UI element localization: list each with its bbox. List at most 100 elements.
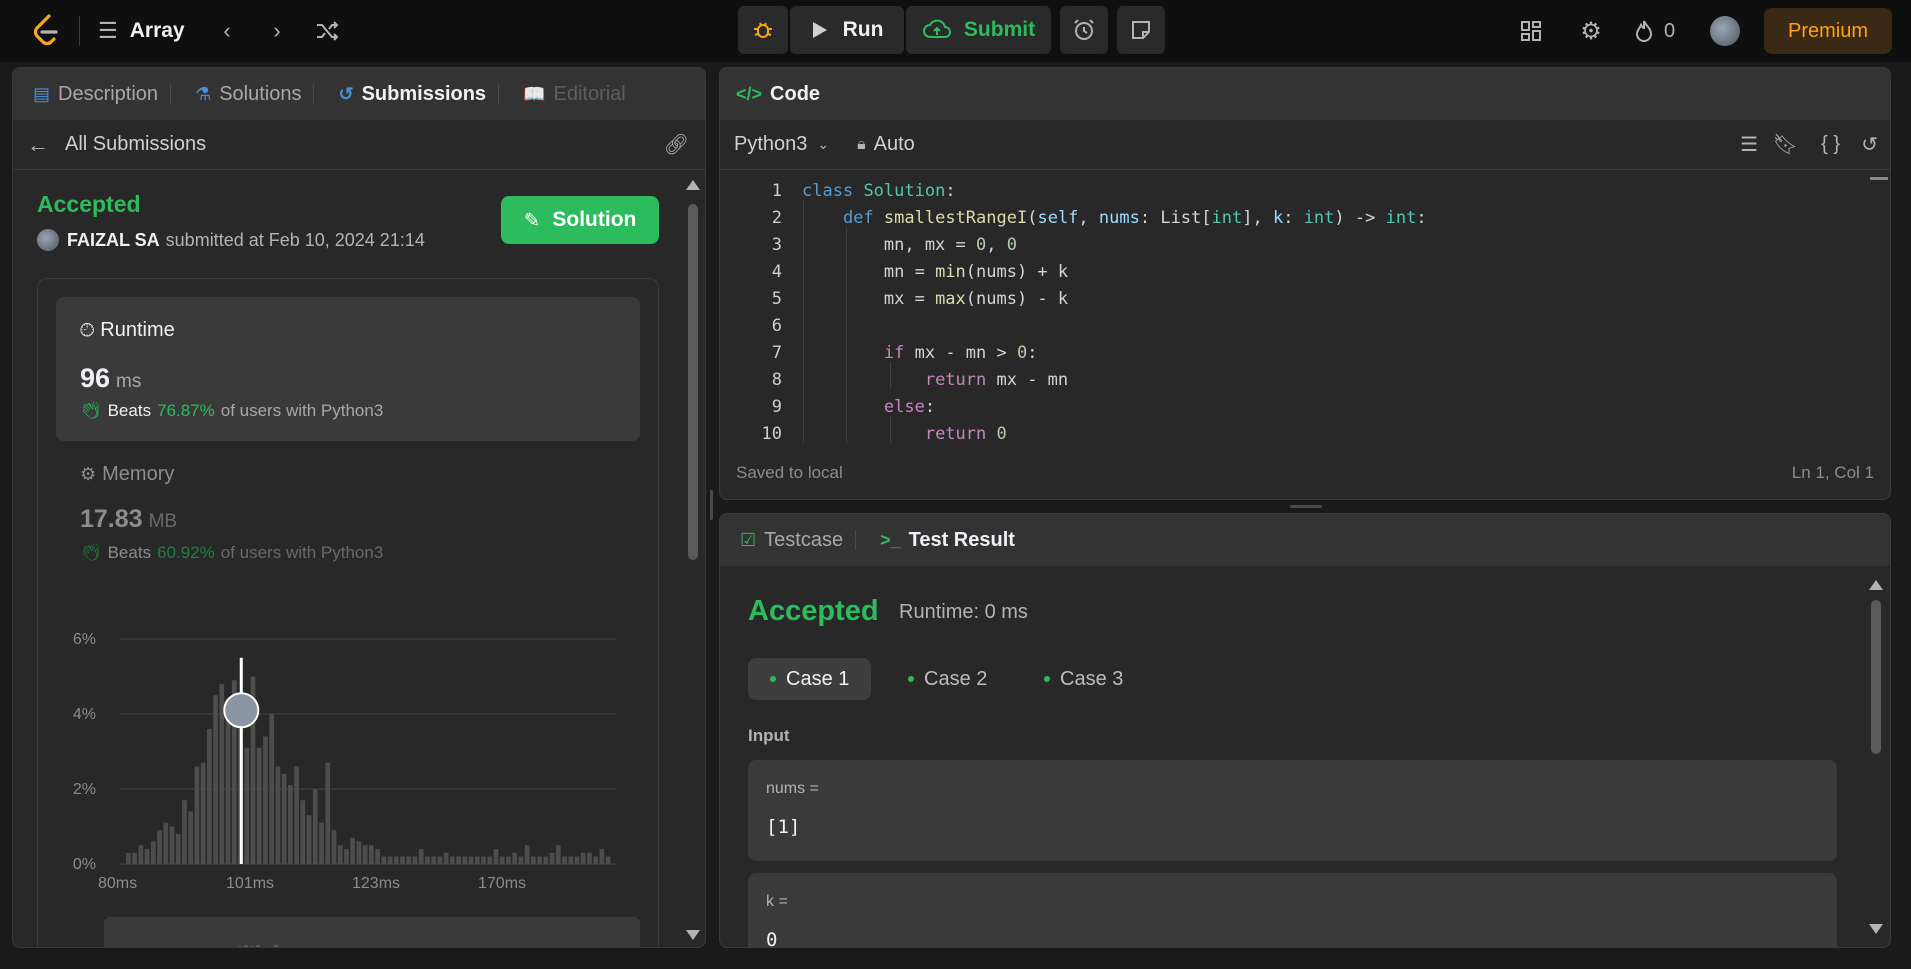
chart-bar — [506, 856, 511, 864]
chart-bar — [543, 856, 549, 864]
solution-button[interactable]: ✎ Solution — [501, 196, 659, 244]
shuffle-icon — [317, 21, 339, 41]
case-1-tab[interactable]: Case 1 — [748, 658, 872, 700]
tab-test-result[interactable]: >_ Test Result — [868, 529, 1027, 552]
input-label: Input — [748, 726, 790, 745]
scroll-thumb[interactable] — [688, 204, 698, 560]
scroll-down-arrow[interactable] — [1869, 924, 1883, 934]
scroll-thumb[interactable] — [1871, 600, 1881, 754]
input-k-value: 0 — [766, 929, 778, 948]
flask-icon: ⚗ — [195, 83, 212, 104]
leetcode-logo[interactable] — [28, 12, 64, 48]
line-number: 10 — [761, 424, 782, 443]
case-2-tab[interactable]: Case 2 — [886, 658, 1009, 700]
horizontal-resize-handle[interactable] — [1290, 505, 1322, 508]
chart-bar — [157, 830, 162, 864]
terminal-icon: >_ — [880, 529, 901, 550]
tab-submissions-label: Submissions — [361, 82, 487, 105]
tab-solutions[interactable]: ⚗ Solutions — [183, 83, 326, 106]
bookmark-icon[interactable]: 🔖︎ — [1773, 132, 1798, 157]
language-select[interactable]: Python3 ⌄ — [734, 133, 829, 156]
runtime-value: 96 — [80, 363, 111, 393]
description-panel: ▤ Description ⚗ Solutions ↺ Submissions … — [12, 67, 706, 948]
saved-status: Saved to local — [736, 463, 843, 482]
auto-mode-toggle[interactable]: 🔒︎ Auto — [857, 133, 915, 156]
x-tick-label: 123ms — [352, 875, 400, 892]
result-tab-bar: ☑ Testcase >_ Test Result — [720, 514, 1890, 566]
chart-bar — [493, 849, 499, 864]
tab-editorial[interactable]: 📖 Editorial — [511, 83, 638, 106]
all-submissions-bar: ← All Submissions 🔗︎ — [13, 120, 705, 170]
y-tick-label: 4% — [73, 706, 96, 723]
submission-detail: Accepted FAIZAL SA submitted at Feb 10, … — [13, 171, 681, 947]
submitted-time: submitted at Feb 10, 2024 21:14 — [165, 229, 425, 250]
chart-bar — [425, 856, 430, 864]
y-tick-label: 6% — [73, 631, 96, 648]
premium-button[interactable]: Premium — [1764, 8, 1892, 54]
chart-bar — [412, 856, 418, 864]
chart-bar — [138, 845, 144, 864]
chart-bar — [487, 856, 493, 864]
runtime-distribution-chart[interactable]: 6% 4% 2% 0%80ms 101ms 123ms 170ms — [56, 609, 636, 899]
next-problem-button[interactable]: › — [264, 16, 290, 46]
code-content[interactable]: class Solution: def smallestRangeI(self,… — [802, 178, 1868, 443]
chart-bar — [163, 822, 169, 864]
left-scrollbar[interactable] — [685, 180, 701, 940]
language-label: Python3 — [734, 133, 808, 155]
notes-button[interactable] — [1117, 6, 1165, 54]
chart-bar — [369, 845, 374, 864]
memory-card[interactable]: ⚙ Memory 17.83 MB 👏︎ Beats 60.92% of use… — [56, 459, 640, 569]
tab-testcase[interactable]: ☑ Testcase — [728, 529, 868, 552]
braces-icon[interactable]: { } — [1821, 133, 1840, 156]
timer-button[interactable] — [1060, 6, 1108, 54]
problem-list-button[interactable]: ☰ Array — [98, 14, 185, 48]
prev-problem-button[interactable]: ‹ — [214, 16, 240, 46]
chart-bar — [281, 774, 287, 864]
line-number: 8 — [771, 370, 782, 390]
settings-button[interactable]: ⚙ — [1576, 16, 1606, 46]
chart-bar — [431, 856, 437, 864]
run-button[interactable]: Run — [790, 6, 904, 54]
streak-counter[interactable]: 0 — [1634, 16, 1675, 46]
chart-bar — [312, 789, 318, 864]
vertical-resize-handle[interactable] — [710, 490, 713, 520]
tab-description[interactable]: ▤ Description — [21, 83, 183, 106]
submit-button[interactable]: Submit — [906, 6, 1051, 54]
chart-bar — [200, 762, 206, 864]
chart-bar — [518, 856, 524, 864]
format-lines-icon[interactable]: ☰ — [1740, 132, 1758, 157]
debug-button[interactable] — [738, 6, 788, 54]
back-arrow-icon[interactable]: ← — [27, 132, 49, 158]
premium-label: Premium — [1787, 19, 1868, 42]
link-icon[interactable]: 🔗︎ — [664, 132, 689, 157]
input-nums-value: [1] — [766, 816, 801, 838]
mini-chart-bar — [238, 946, 242, 947]
chart-bar — [182, 800, 187, 864]
code-panel: </> Code Python3 ⌄ 🔒︎ Auto ☰ 🔖︎ { } ↺ 1 2… — [719, 67, 1891, 500]
layout-button[interactable] — [1518, 18, 1544, 44]
layout-grid-icon — [1521, 21, 1541, 41]
clap-icon: 👏︎ — [80, 401, 102, 420]
tab-testcase-label: Testcase — [764, 528, 844, 551]
scroll-up-arrow[interactable] — [686, 180, 700, 190]
submitter-name[interactable]: FAIZAL SA — [67, 230, 160, 251]
case-3-tab[interactable]: Case 3 — [1022, 658, 1145, 700]
code-editor[interactable]: 1 2 3 4 5 6 7 8 9 10 class Solution: def smallest… — [720, 178, 1868, 443]
result-scrollbar[interactable] — [1868, 580, 1884, 934]
runtime-card[interactable]: 🕘︎ Runtime 96 ms 👏︎ Beats 76.87% of user… — [56, 297, 640, 441]
random-problem-button[interactable] — [312, 16, 342, 46]
tab-description-label: Description — [58, 82, 159, 105]
book-icon: 📖 — [523, 83, 546, 104]
chart-bar — [356, 841, 362, 864]
tab-submissions[interactable]: ↺ Submissions — [326, 83, 511, 106]
all-submissions-link[interactable]: All Submissions — [65, 133, 206, 156]
editor-scrollbar[interactable] — [1868, 173, 1890, 443]
reset-icon[interactable]: ↺ — [1861, 132, 1878, 157]
avatar[interactable] — [1710, 16, 1740, 46]
user-avatar-marker — [223, 692, 260, 729]
scroll-up-arrow[interactable] — [1869, 580, 1883, 590]
scroll-down-arrow[interactable] — [686, 930, 700, 940]
mini-chart-bar — [256, 945, 260, 947]
line-number: 5 — [771, 289, 782, 309]
chart-bar — [319, 822, 324, 864]
